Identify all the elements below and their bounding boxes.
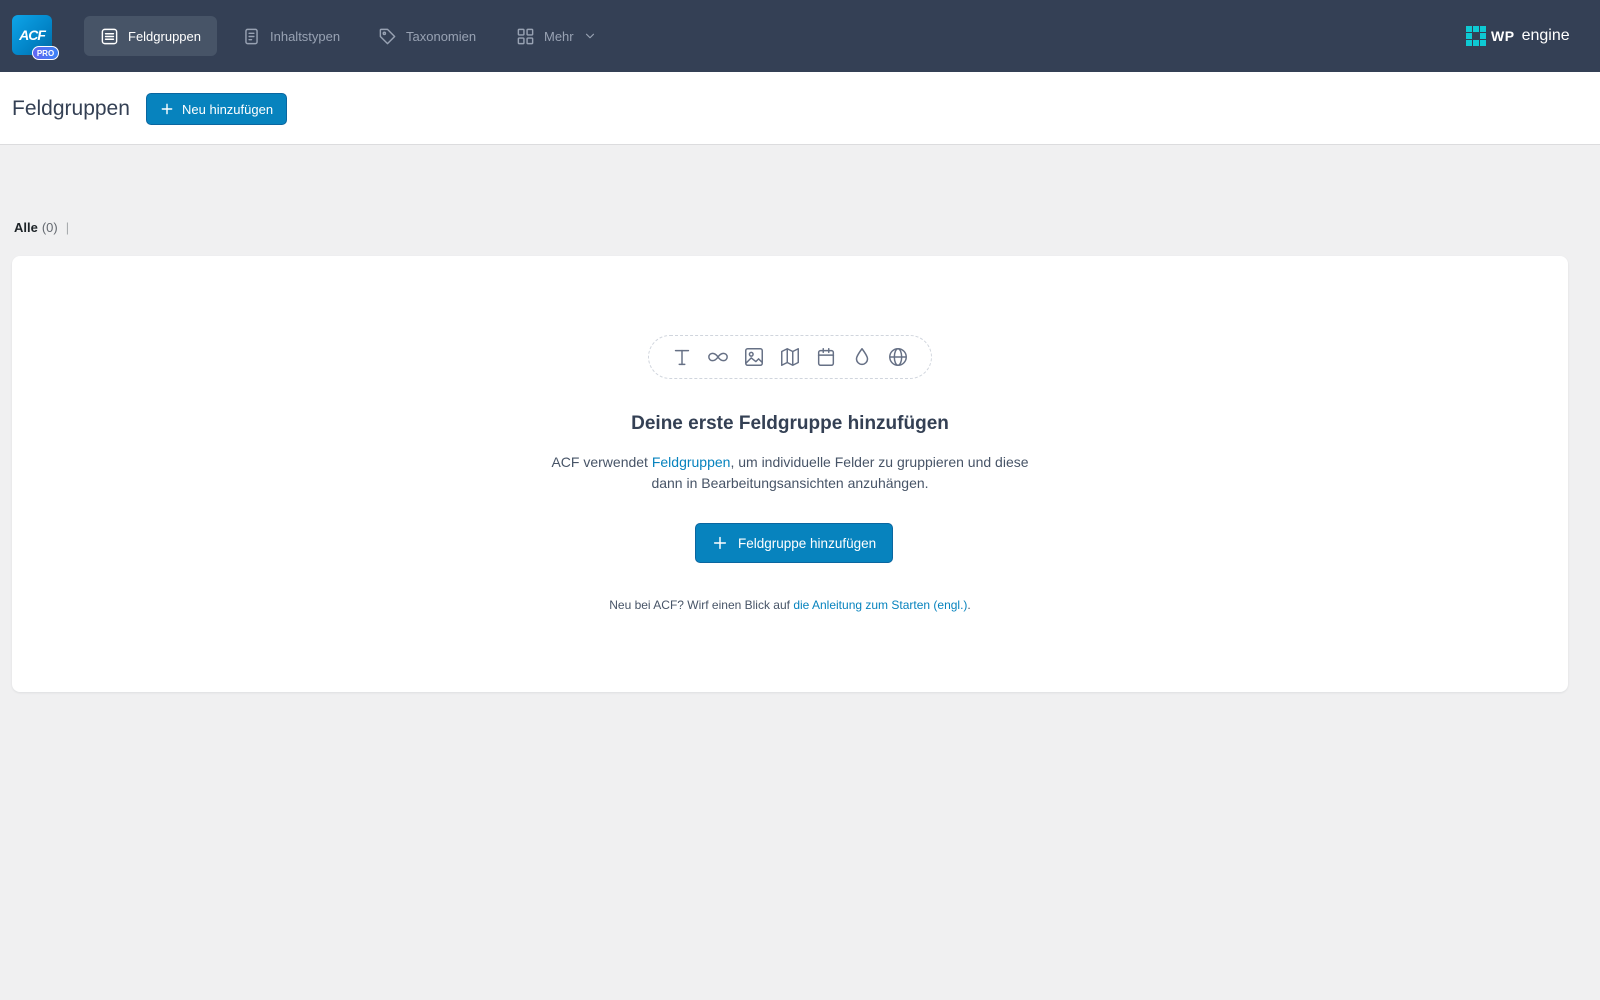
filter-all-link[interactable]: Alle [14, 220, 38, 235]
tip-prefix: Neu bei ACF? Wirf einen Blick auf [609, 598, 794, 612]
filter-all-count: (0) [41, 220, 58, 235]
empty-state-title: Deine erste Feldgruppe hinzufügen [631, 413, 949, 434]
page-title: Feldgruppen [12, 97, 130, 120]
nav-feldgruppen[interactable]: Feldgruppen [84, 16, 217, 56]
desc-prefix: ACF verwendet [551, 454, 652, 470]
wp-engine-logo[interactable]: WP engine [1466, 24, 1570, 48]
getting-started-link[interactable]: die Anleitung zum Starten (engl.) [793, 598, 967, 612]
tip-suffix: . [967, 598, 971, 612]
add-new-label: Neu hinzufügen [182, 101, 274, 117]
wp-engine-mark-icon [1466, 26, 1486, 46]
color-drop-icon [855, 348, 869, 365]
feldgruppen-link[interactable]: Feldgruppen [652, 454, 731, 470]
calendar-icon [817, 348, 835, 366]
nav-taxonomien[interactable]: Taxonomien [362, 16, 492, 56]
nav-inhaltstypen[interactable]: Inhaltstypen [226, 16, 356, 56]
text-icon [674, 349, 690, 366]
chevron-down-icon [585, 33, 594, 39]
status-filter: Alle (0) | [14, 220, 69, 235]
getting-started-tip: Neu bei ACF? Wirf einen Blick auf die An… [12, 598, 1568, 612]
nav-feldgruppen-label: Feldgruppen [128, 28, 201, 44]
add-new-button[interactable]: Neu hinzufügen [146, 93, 288, 125]
nav-mehr-label: Mehr [544, 28, 574, 44]
image-icon [745, 348, 763, 366]
add-field-group-label: Feldgruppe hinzufügen [738, 535, 877, 551]
filter-separator: | [65, 220, 70, 235]
empty-state-description: ACF verwendet Feldgruppen, um individuel… [540, 452, 1040, 494]
nav-mehr[interactable]: Mehr [500, 16, 613, 56]
top-navigation: ACF PRO Feldgruppen Inhaltstypen Taxonom… [0, 0, 1600, 72]
wp-engine-wp: WP [1491, 28, 1515, 44]
add-field-group-button[interactable]: Feldgruppe hinzufügen [695, 523, 894, 563]
pro-badge: PRO [32, 46, 59, 60]
field-types-strip [648, 335, 932, 379]
globe-icon [889, 348, 907, 366]
empty-state-card: Deine erste Feldgruppe hinzufügen ACF ve… [12, 256, 1568, 692]
nav-taxonomien-label: Taxonomien [406, 28, 477, 44]
acf-logo[interactable]: ACF PRO [12, 15, 59, 61]
link-icon [708, 352, 728, 362]
grid-icon [517, 28, 534, 44]
plus-icon [161, 103, 173, 115]
nav-inhaltstypen-label: Inhaltstypen [270, 28, 341, 44]
plus-icon [713, 536, 727, 550]
map-icon [781, 348, 799, 366]
tag-icon [379, 28, 396, 44]
wp-engine-engine: engine [1521, 27, 1570, 44]
document-icon [245, 28, 258, 44]
page-header: Feldgruppen Neu hinzufügen [0, 72, 1600, 145]
list-icon [101, 28, 118, 44]
